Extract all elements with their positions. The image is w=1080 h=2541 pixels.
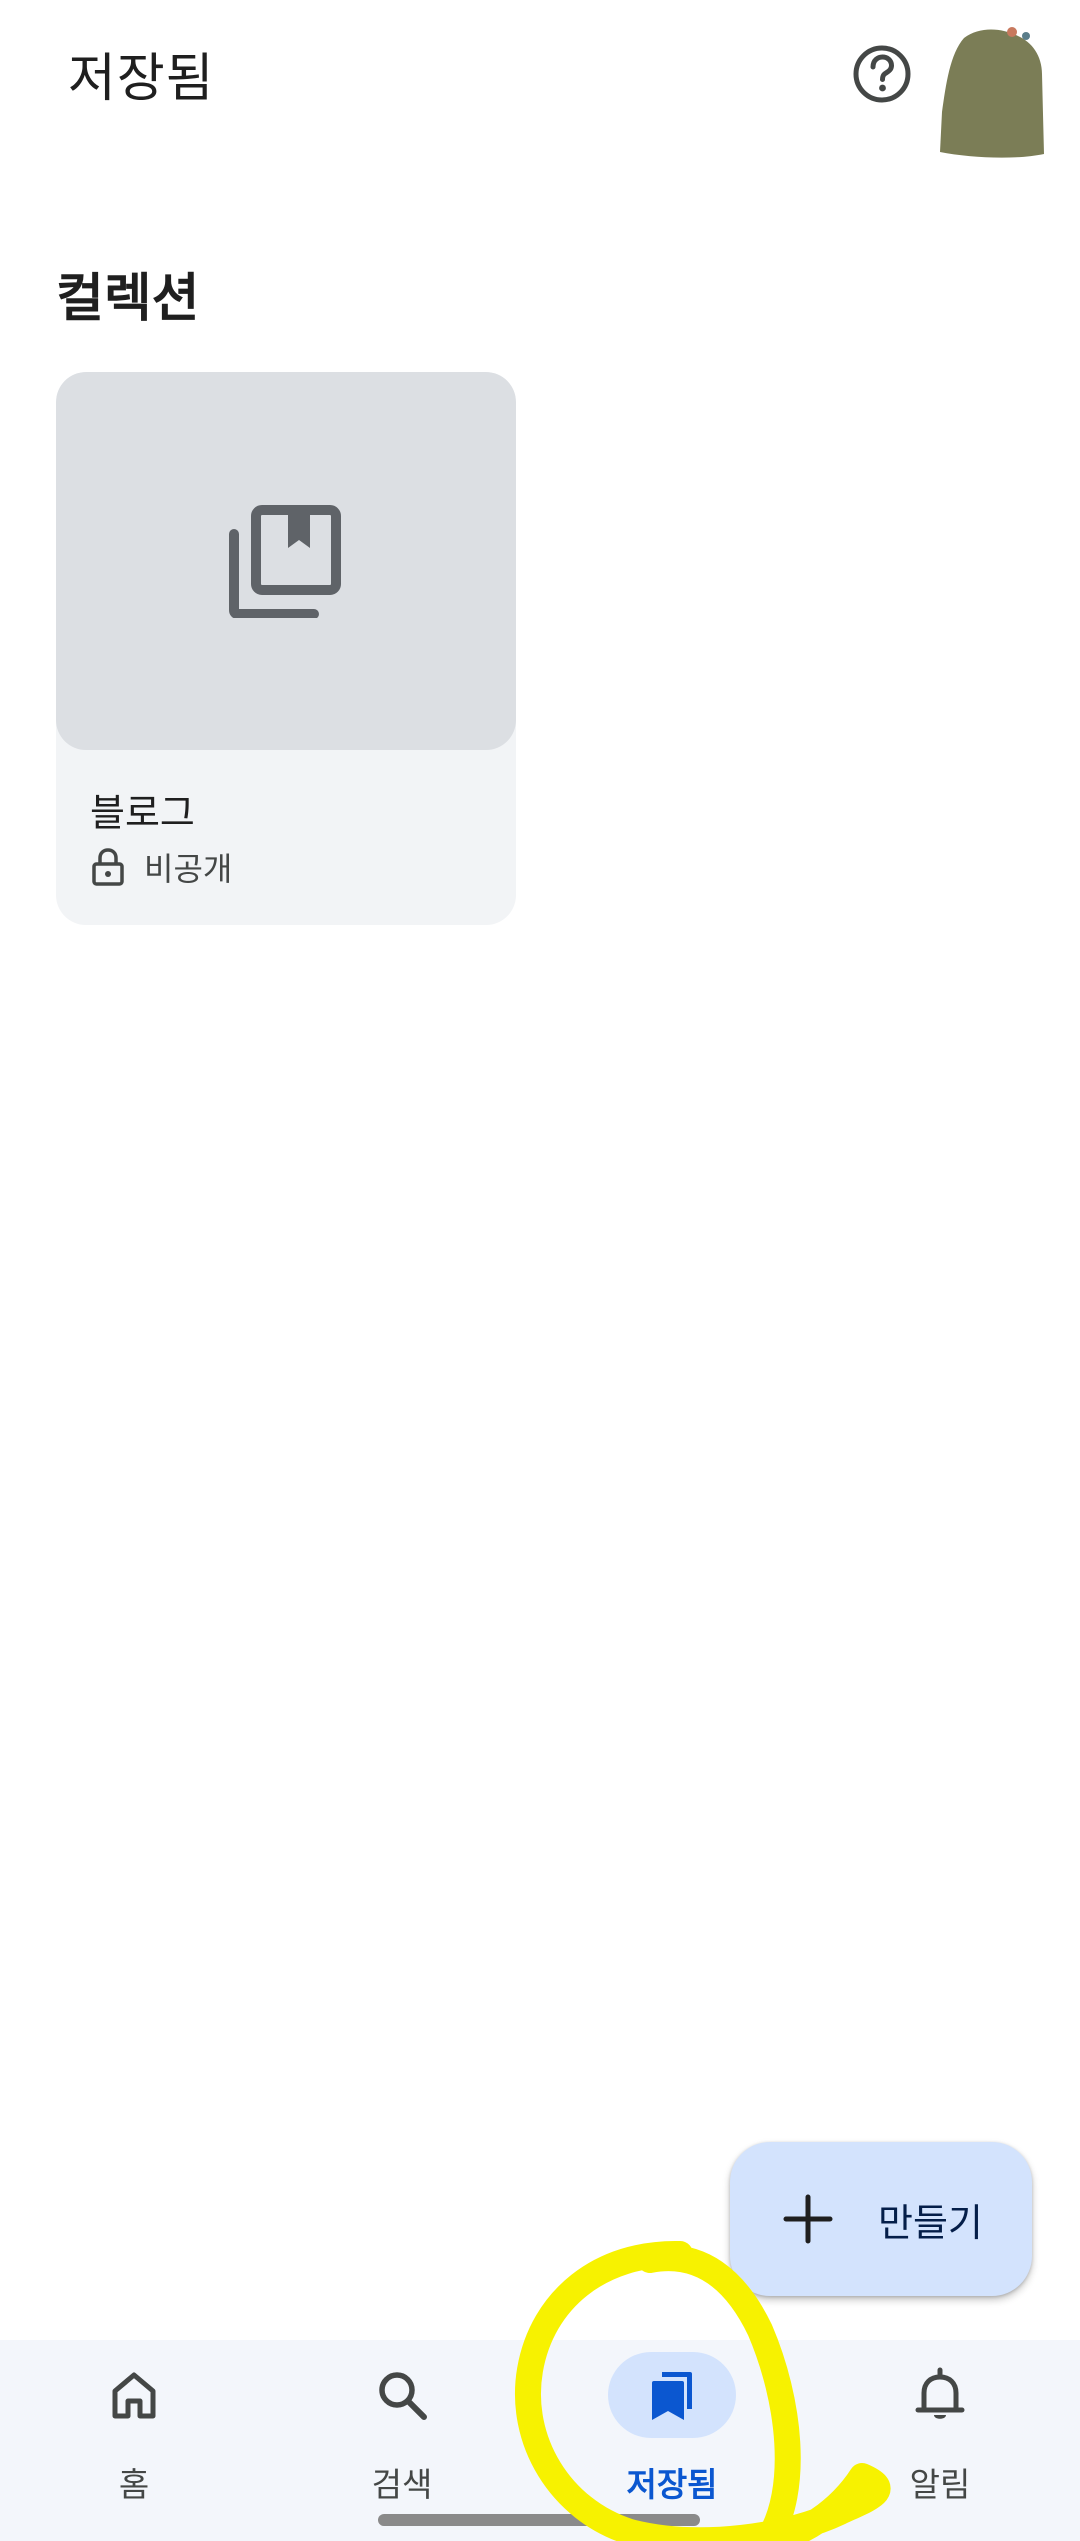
bell-icon <box>915 2367 965 2419</box>
plus-icon <box>783 2194 833 2244</box>
saved-screen: 저장됨 컬렉션 블로그 비공개 만들기 홈 검색 저장됨 알림 <box>0 0 1080 2541</box>
bookmarks-icon <box>652 2372 692 2420</box>
nav-item-home[interactable]: 홈 <box>34 2340 234 2540</box>
create-button-label: 만들기 <box>878 2200 983 2245</box>
nav-item-search[interactable]: 검색 <box>302 2340 502 2540</box>
page-title: 저장됨 <box>68 49 215 109</box>
nav-label-home: 홈 <box>118 2465 150 2504</box>
gesture-bar[interactable] <box>378 2514 700 2526</box>
lock-icon <box>92 848 124 886</box>
nav-label-search: 검색 <box>371 2465 433 2504</box>
nav-pill-active <box>608 2352 736 2438</box>
help-icon[interactable] <box>852 44 912 104</box>
collections-section-title: 컬렉션 <box>56 269 200 329</box>
avatar[interactable] <box>940 26 1044 158</box>
nav-label-saved: 저장됨 <box>626 2465 718 2504</box>
privacy-label: 비공개 <box>144 850 233 888</box>
collection-thumbnail <box>56 372 516 750</box>
search-icon <box>379 2372 427 2420</box>
nav-pill <box>70 2352 198 2438</box>
nav-pill <box>338 2352 466 2438</box>
nav-item-saved[interactable]: 저장됨 <box>572 2340 772 2540</box>
collection-name: 블로그 <box>90 791 195 835</box>
create-button[interactable]: 만들기 <box>730 2142 1032 2296</box>
home-icon <box>112 2372 156 2419</box>
nav-label-notifications: 알림 <box>909 2465 971 2504</box>
bottom-navigation: 홈 검색 저장됨 알림 <box>0 2340 1080 2541</box>
nav-item-notifications[interactable]: 알림 <box>840 2340 1040 2540</box>
collection-card[interactable]: 블로그 비공개 <box>56 372 516 925</box>
collection-privacy: 비공개 <box>90 844 232 890</box>
bookmark-library-icon <box>228 502 344 619</box>
nav-pill <box>876 2352 1004 2438</box>
